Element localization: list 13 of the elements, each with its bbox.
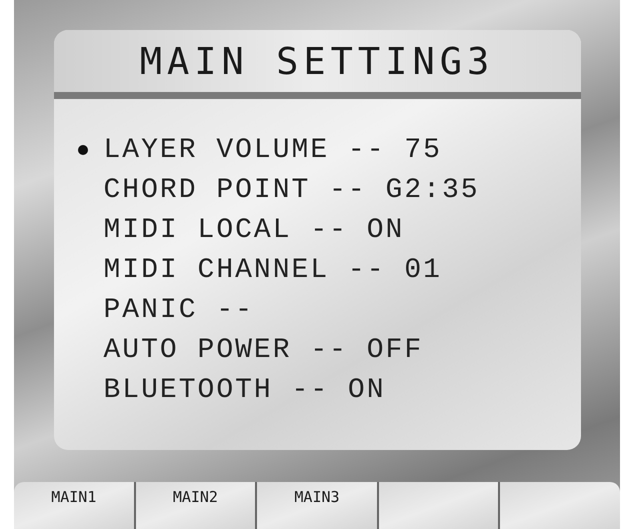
menu-item[interactable]: BLUETOOTH -- ON: [78, 375, 580, 405]
menu-item[interactable]: PANIC --: [78, 295, 580, 325]
blank-soft-key[interactable]: [378, 482, 500, 529]
selection-bullet-icon: [78, 145, 88, 155]
soft-key[interactable]: MAIN3: [257, 482, 379, 529]
screen-title: MAIN SETTING3: [140, 40, 494, 82]
soft-key[interactable]: MAIN2: [136, 482, 258, 529]
soft-key[interactable]: MAIN1: [14, 482, 136, 529]
menu-item[interactable]: MIDI CHANNEL -- 01: [78, 255, 580, 285]
menu-item[interactable]: AUTO POWER -- OFF: [78, 335, 580, 365]
menu-item[interactable]: LAYER VOLUME -- 75: [78, 135, 580, 165]
menu-item[interactable]: CHORD POINT -- G2:35: [78, 175, 580, 205]
menu-item[interactable]: MIDI LOCAL -- ON: [78, 215, 580, 245]
